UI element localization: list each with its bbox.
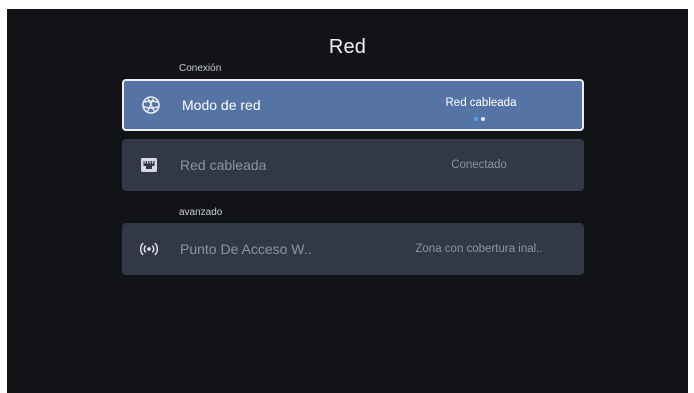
network-mode-row[interactable]: Modo de red Red cableada [122,79,584,131]
option-indicator [474,117,485,121]
section-label-connection: Conexión [179,63,222,74]
wireless-hotspot-icon [140,240,158,258]
network-globe-icon [142,96,160,114]
wired-network-status: Conectado [451,159,507,171]
wired-network-label: Red cableada [180,157,267,173]
ethernet-port-icon [140,156,158,174]
option-dot-inactive [481,117,485,121]
section-label-advanced: avanzado [179,207,223,218]
network-mode-value: Red cableada [445,96,517,109]
hotspot-row[interactable]: Punto De Acceso W.. Zona con cobertura i… [122,223,584,275]
network-mode-label: Modo de red [182,97,261,113]
wired-network-row[interactable]: Red cableada Conectado [122,139,584,191]
network-settings-screen: Red Conexión Modo de red Red cableada Re… [7,9,688,393]
option-dot-active [474,117,478,121]
hotspot-label: Punto De Acceso W.. [180,241,312,257]
page-title: Red [328,36,367,58]
hotspot-value: Zona con cobertura inal.. [415,243,543,255]
